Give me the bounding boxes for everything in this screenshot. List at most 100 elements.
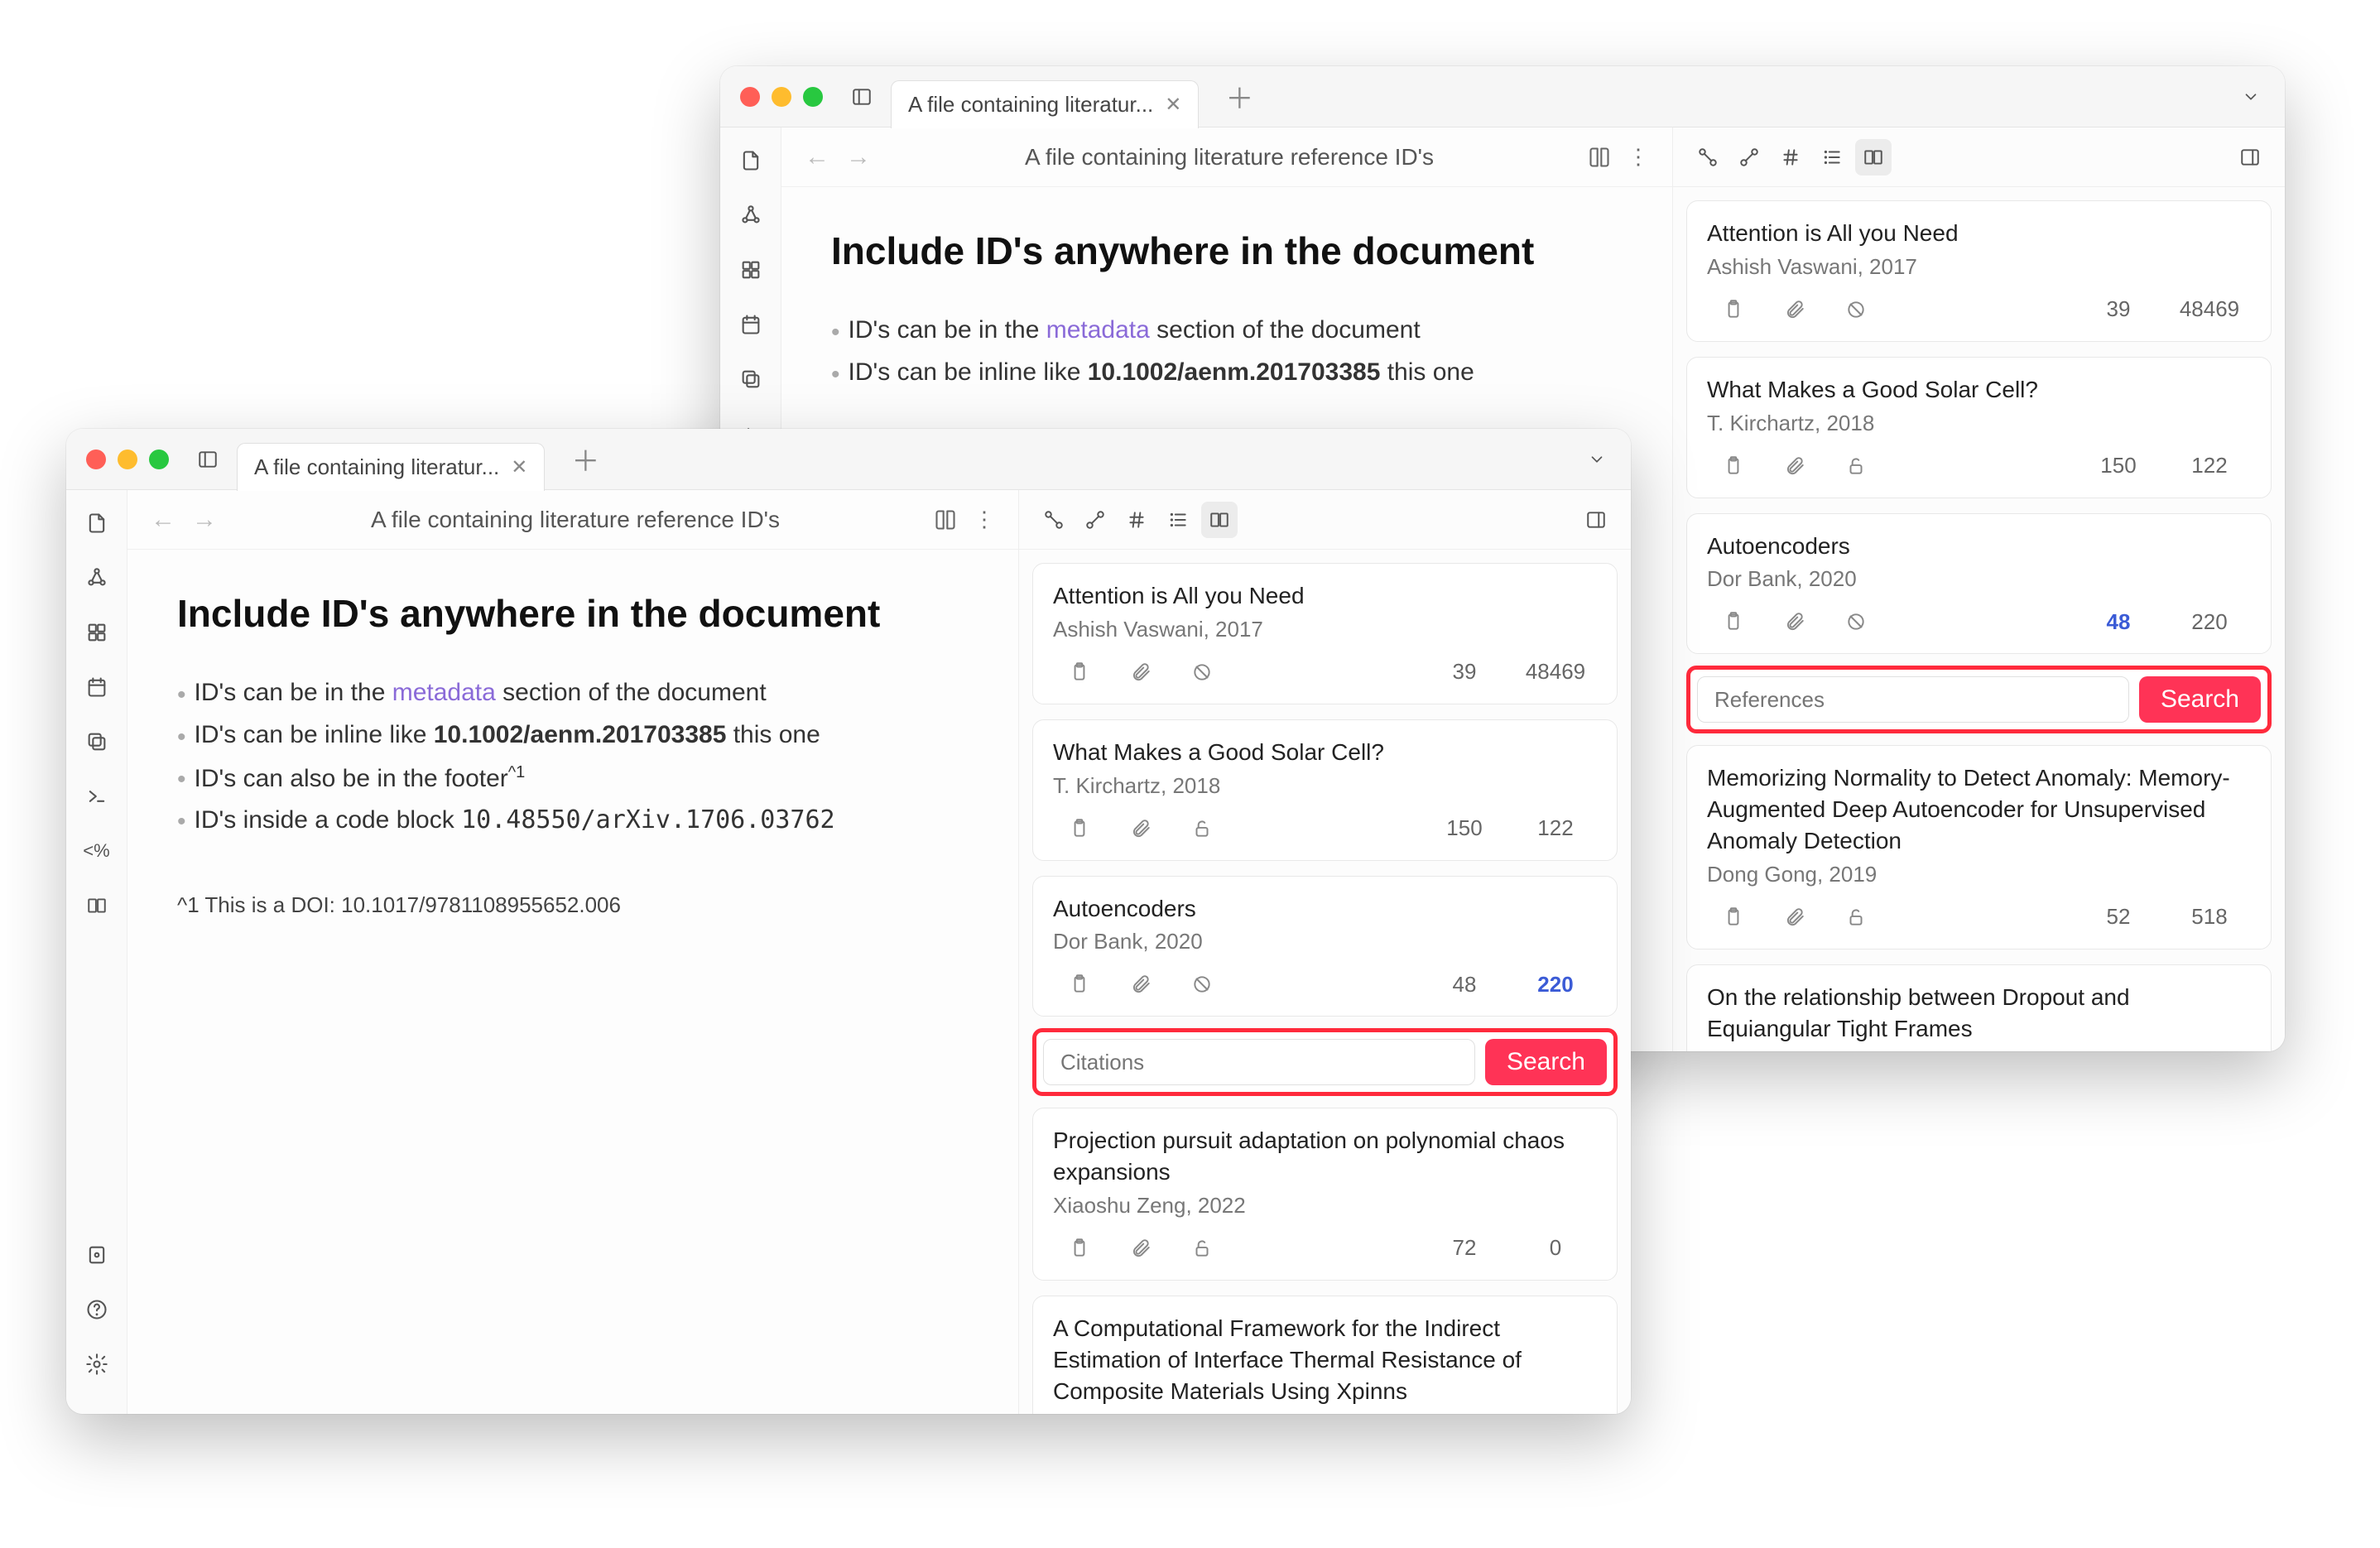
reference-card[interactable]: What Makes a Good Solar Cell?T. Kirchart…	[1686, 357, 2272, 498]
search-button[interactable]: Search	[1485, 1039, 1607, 1085]
reference-card[interactable]: Projection pursuit adaptation on polynom…	[1032, 1108, 1618, 1281]
new-tab-button[interactable]: ＋	[560, 439, 611, 479]
metadata-link[interactable]: metadata	[1046, 316, 1150, 344]
window-minimize-button[interactable]	[118, 449, 137, 469]
references-view-icon[interactable]	[1855, 139, 1892, 175]
metadata-link[interactable]: metadata	[392, 679, 496, 706]
nav-forward-icon[interactable]: →	[846, 143, 871, 171]
calendar-icon[interactable]	[80, 671, 113, 704]
tab-active[interactable]: A file containing literatur... ✕	[237, 443, 545, 491]
attachment-icon[interactable]	[1768, 295, 1821, 325]
code-icon[interactable]: <%	[80, 834, 113, 868]
clipboard-icon[interactable]	[1053, 657, 1106, 687]
search-highlight: Search	[1032, 1028, 1618, 1096]
reference-card[interactable]: What Makes a Good Solar Cell?T. Kirchart…	[1032, 719, 1618, 861]
access-icon[interactable]	[1176, 814, 1228, 844]
clipboard-icon[interactable]	[1053, 814, 1106, 844]
help-icon[interactable]	[80, 1293, 113, 1326]
panel-toggle-icon[interactable]	[2232, 139, 2268, 175]
doc-content[interactable]: Include ID's anywhere in the document ID…	[127, 550, 1018, 959]
search-button[interactable]: Search	[2139, 676, 2261, 723]
chevron-down-icon[interactable]	[1583, 445, 1611, 474]
graph-icon[interactable]	[80, 561, 113, 594]
reference-card[interactable]: Memorizing Normality to Detect Anomaly: …	[1686, 745, 2272, 949]
access-icon[interactable]	[1829, 607, 1882, 637]
hash-icon[interactable]	[1772, 139, 1809, 175]
access-icon[interactable]	[1829, 451, 1882, 481]
references-view-icon[interactable]	[1201, 502, 1238, 538]
card-title: Autoencoders	[1707, 531, 2251, 562]
list-icon[interactable]	[1814, 139, 1850, 175]
more-icon[interactable]: ⋮	[1628, 144, 1649, 170]
access-icon[interactable]	[1829, 295, 1882, 325]
calendar-icon[interactable]	[734, 308, 767, 341]
window-maximize-button[interactable]	[149, 449, 169, 469]
access-icon[interactable]	[1176, 969, 1228, 999]
new-tab-button[interactable]: ＋	[1214, 76, 1265, 117]
access-icon[interactable]	[1176, 1233, 1228, 1263]
panel-toggle-icon[interactable]	[1578, 502, 1614, 538]
access-icon[interactable]	[1829, 902, 1882, 932]
reference-card[interactable]: A Computational Framework for the Indire…	[1032, 1296, 1618, 1414]
nav-forward-icon[interactable]: →	[192, 506, 217, 534]
chevron-down-icon[interactable]	[2237, 83, 2265, 111]
copy-icon[interactable]	[80, 725, 113, 758]
doc-content[interactable]: Include ID's anywhere in the document ID…	[781, 187, 1672, 437]
nav-back-icon[interactable]: ←	[805, 143, 829, 171]
terminal-icon[interactable]	[80, 780, 113, 813]
clipboard-icon[interactable]	[1053, 1233, 1106, 1263]
outgoing-link-icon[interactable]	[1731, 139, 1767, 175]
book-icon[interactable]	[1588, 146, 1611, 169]
window-close-button[interactable]	[86, 449, 106, 469]
reference-card[interactable]: Attention is All you NeedAshish Vaswani,…	[1032, 563, 1618, 704]
more-icon[interactable]: ⋮	[974, 507, 995, 532]
search-input[interactable]	[1697, 676, 2129, 723]
clipboard-icon[interactable]	[1053, 969, 1106, 999]
sidebar-toggle-icon[interactable]	[848, 83, 876, 111]
vault-icon[interactable]	[80, 1238, 113, 1272]
attachment-icon[interactable]	[1114, 1233, 1167, 1263]
window-minimize-button[interactable]	[772, 87, 791, 107]
reference-card[interactable]: AutoencodersDor Bank, 202048220	[1686, 513, 2272, 655]
clipboard-icon[interactable]	[1707, 451, 1760, 481]
tab-active[interactable]: A file containing literatur... ✕	[891, 80, 1199, 128]
settings-icon[interactable]	[80, 1348, 113, 1381]
search-highlight: Search	[1686, 666, 2272, 733]
access-icon[interactable]	[1176, 657, 1228, 687]
cards-list[interactable]: Attention is All you NeedAshish Vaswani,…	[1019, 550, 1631, 1414]
clipboard-icon[interactable]	[1707, 902, 1760, 932]
reference-card[interactable]: On the relationship between Dropout and …	[1686, 964, 2272, 1051]
attachment-icon[interactable]	[1768, 451, 1821, 481]
clipboard-icon[interactable]	[1707, 295, 1760, 325]
attachment-icon[interactable]	[1768, 607, 1821, 637]
tab-close-icon[interactable]: ✕	[1165, 93, 1181, 117]
book-icon[interactable]	[934, 508, 957, 531]
copy-icon[interactable]	[734, 363, 767, 396]
list-icon[interactable]	[1160, 502, 1196, 538]
clipboard-icon[interactable]	[1707, 607, 1760, 637]
cards-list[interactable]: Attention is All you NeedAshish Vaswani,…	[1673, 187, 2285, 1051]
tab-close-icon[interactable]: ✕	[511, 455, 527, 479]
search-input[interactable]	[1043, 1039, 1475, 1085]
sidebar-toggle-icon[interactable]	[194, 445, 222, 474]
reference-card[interactable]: AutoencodersDor Bank, 202048220	[1032, 876, 1618, 1017]
attachment-icon[interactable]	[1768, 902, 1821, 932]
incoming-link-icon[interactable]	[1036, 502, 1072, 538]
file-icon[interactable]	[734, 144, 767, 177]
hash-icon[interactable]	[1118, 502, 1155, 538]
attachment-icon[interactable]	[1114, 969, 1167, 999]
file-icon[interactable]	[80, 507, 113, 540]
grid-icon[interactable]	[80, 616, 113, 649]
attachment-icon[interactable]	[1114, 814, 1167, 844]
nav-back-icon[interactable]: ←	[151, 506, 175, 534]
attachment-icon[interactable]	[1114, 657, 1167, 687]
window-maximize-button[interactable]	[803, 87, 823, 107]
grid-icon[interactable]	[734, 253, 767, 286]
ref-count: 72	[1423, 1235, 1506, 1261]
incoming-link-icon[interactable]	[1690, 139, 1726, 175]
split-icon[interactable]	[80, 889, 113, 922]
graph-icon[interactable]	[734, 199, 767, 232]
reference-card[interactable]: Attention is All you NeedAshish Vaswani,…	[1686, 200, 2272, 342]
window-close-button[interactable]	[740, 87, 760, 107]
outgoing-link-icon[interactable]	[1077, 502, 1113, 538]
